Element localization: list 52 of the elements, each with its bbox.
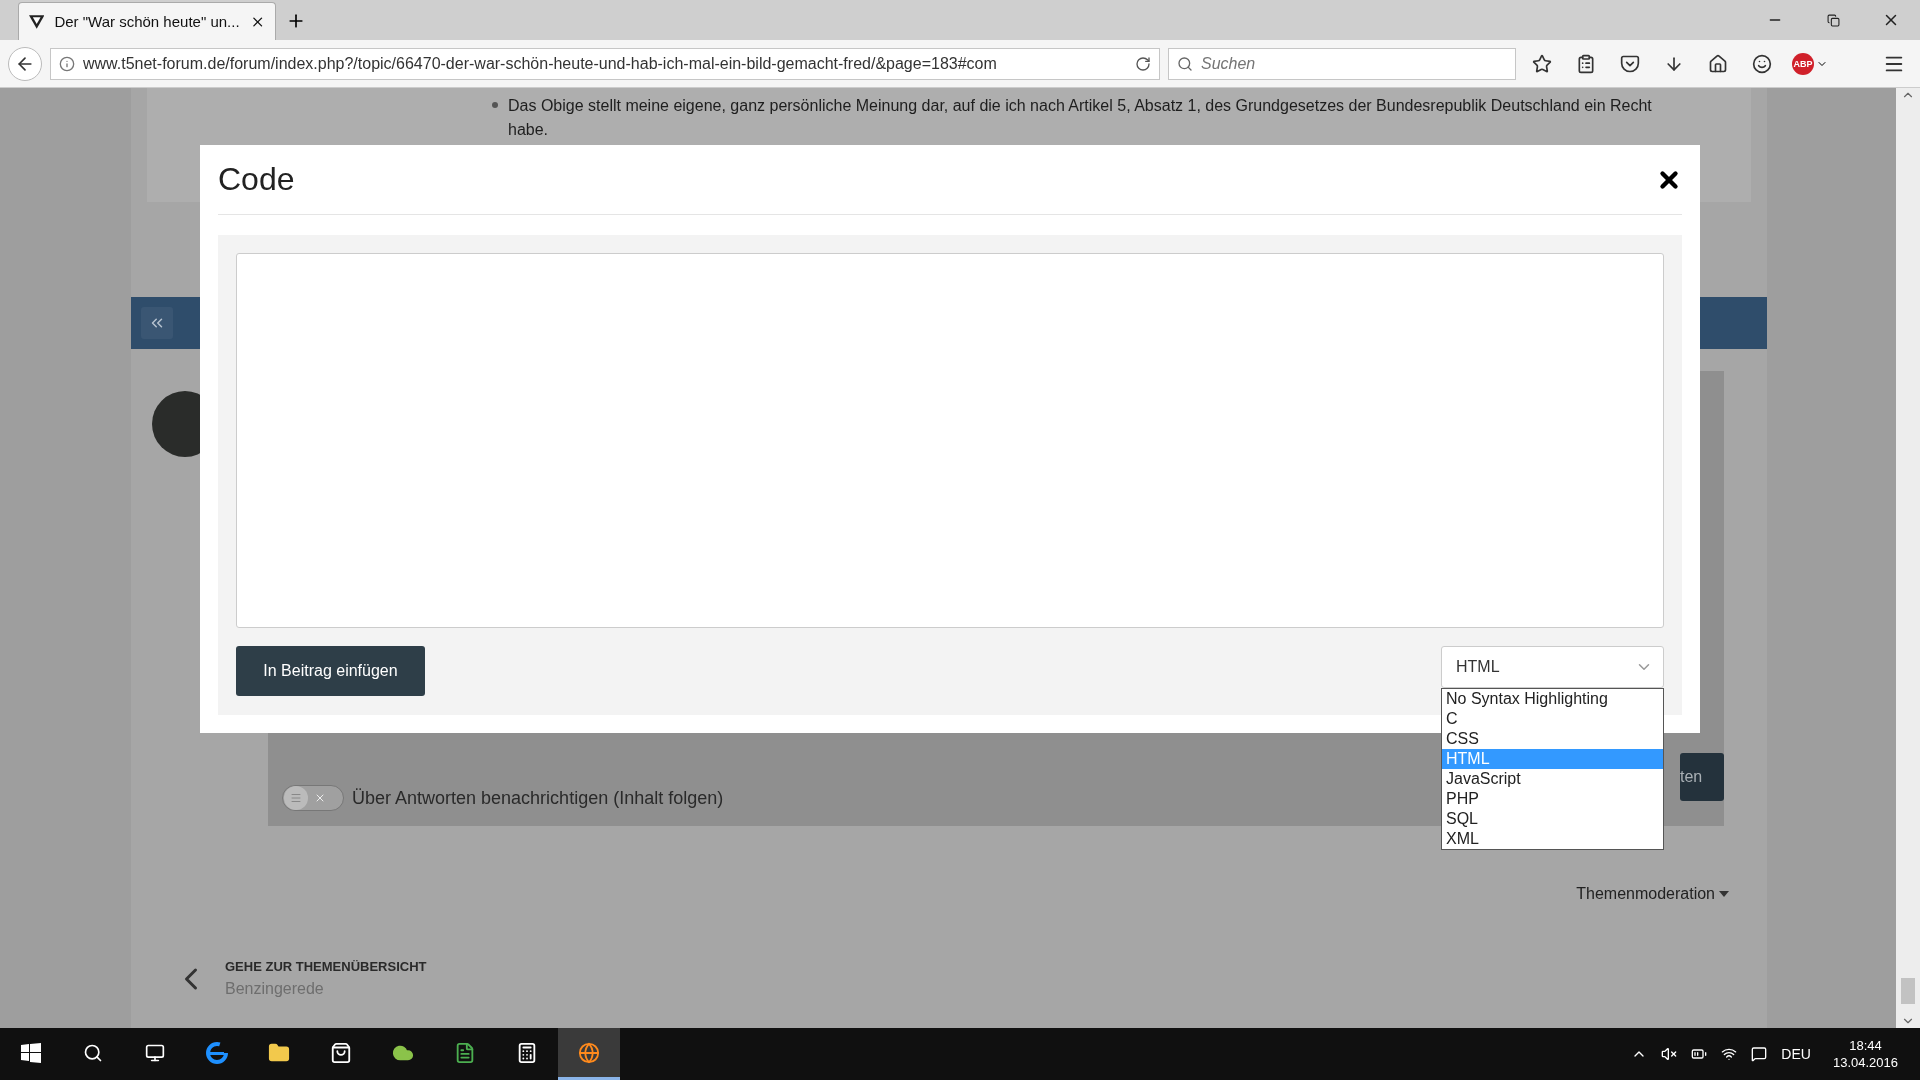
code-input[interactable]	[236, 253, 1664, 628]
dialog-title: Code	[218, 161, 295, 198]
tab-title: Der "War schön heute" un...	[54, 13, 240, 30]
monitor-icon	[145, 1042, 165, 1063]
notification-icon[interactable]	[1751, 1046, 1768, 1062]
document-icon	[454, 1041, 476, 1064]
clipboard-icon[interactable]	[1576, 53, 1596, 74]
language-indicator[interactable]: DEU	[1781, 1046, 1811, 1062]
moderation-menu[interactable]: Themenmoderation	[1570, 884, 1735, 904]
address-bar[interactable]: www.t5net-forum.de/forum/index.php?/topic/66470-der-war-schön-heute-und-hab-ich-mal-ein-bild-gemacht-fred/&page=183#com	[50, 47, 1160, 80]
calculator-icon	[516, 1041, 538, 1064]
language-select[interactable]: HTML	[1441, 646, 1664, 688]
battery-icon[interactable]	[1691, 1046, 1708, 1062]
scrollbar-thumb[interactable]	[1901, 978, 1915, 1004]
forum-name: Benzingerede	[225, 980, 325, 998]
smiley-icon[interactable]	[1752, 53, 1772, 74]
folder-icon	[268, 1041, 290, 1064]
double-chevron-button[interactable]	[141, 307, 173, 339]
insert-button[interactable]: In Beitrag einfügen	[236, 646, 425, 696]
url-text: www.t5net-forum.de/forum/index.php?/topic/66470-der-war-schön-heute-und-hab-ich-mal-ein-bild-gemacht-fred/&page=183#com	[83, 54, 998, 73]
back-link[interactable]: GEHE ZUR THEMENÜBERSICHT	[225, 959, 427, 974]
favicon-icon	[29, 14, 45, 29]
search-icon	[1177, 55, 1193, 72]
scrollbar[interactable]	[1896, 88, 1920, 1028]
clock-date: 13.04.2016	[1832, 1054, 1898, 1071]
info-icon[interactable]	[59, 55, 75, 72]
adblock-button[interactable]: ABP	[1788, 46, 1832, 81]
shopping-bag-icon	[330, 1041, 352, 1064]
globe-button[interactable]	[558, 1028, 620, 1080]
restore-icon[interactable]	[1826, 13, 1840, 27]
windows-icon	[21, 1042, 41, 1063]
bullet-icon	[492, 102, 498, 108]
browser-tab[interactable]: Der "War schön heute" un...	[18, 2, 276, 40]
search-icon	[83, 1042, 103, 1063]
letter-e-icon	[205, 1040, 229, 1065]
lines-icon	[290, 792, 302, 804]
cross-icon	[314, 792, 326, 804]
caret-icon	[1719, 891, 1729, 897]
clock-time: 18:44	[1849, 1037, 1882, 1054]
globe-icon	[578, 1041, 600, 1064]
submit-button[interactable]: ten	[1680, 753, 1724, 801]
signature-text: Das Obige stellt meine eigene, ganz persönliche Meinung dar, auf die ich nach Artikel 5, Absatz 1, des Grundgesetzes der Bundesrepublik Deutschland ein Recht habe.	[508, 96, 1653, 140]
pocket-icon[interactable]	[1620, 53, 1640, 74]
wifi-icon[interactable]	[1721, 1046, 1738, 1062]
reload-icon[interactable]	[1135, 55, 1151, 72]
speaker-muted-icon[interactable]	[1661, 1046, 1678, 1062]
star-icon[interactable]	[1532, 53, 1552, 74]
notify-switch[interactable]	[282, 785, 344, 811]
home-icon[interactable]	[1708, 53, 1728, 74]
back-button[interactable]	[8, 46, 42, 81]
notify-label: Über Antworten benachrichtigen (Inhalt folgen)	[352, 787, 724, 809]
search-field[interactable]: Suchen	[1168, 47, 1516, 80]
